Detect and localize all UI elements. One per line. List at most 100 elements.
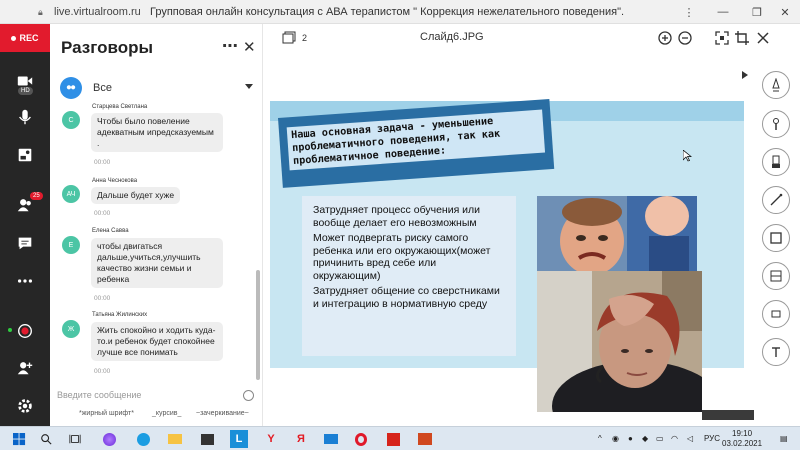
record-icon: [18, 324, 32, 338]
message-author: Татьяна Жилинских: [92, 312, 148, 318]
grid-tool-button[interactable]: [762, 262, 790, 290]
windows-taskbar: L Y Я ^ ◉ ● ◆ ▭ ◠ ◁ РУС 19:10 03.02.2021…: [0, 426, 800, 450]
eraser-tool-button[interactable]: [762, 300, 790, 328]
message-author: Елена Савва: [92, 228, 129, 234]
rec-label: REC: [19, 33, 39, 43]
yandex-icon: Я: [297, 433, 305, 445]
message-time: 00:00: [94, 159, 111, 166]
webcam-video[interactable]: [537, 271, 702, 412]
message-bubble: чтобы двигаться дальше,учиться,улучшить …: [91, 238, 223, 288]
mouse-cursor-icon: [683, 150, 692, 162]
grid-icon: [770, 270, 782, 282]
microphone-button[interactable]: [12, 106, 38, 128]
left-toolbar: REC HD 25: [0, 24, 50, 426]
camera-button[interactable]: HD: [12, 70, 38, 95]
task-view-button[interactable]: [66, 430, 84, 448]
rectangle-icon: [770, 232, 782, 244]
filter-label: Все: [93, 82, 112, 94]
address-bar[interactable]: live.virtualroom.ru: [54, 6, 141, 18]
record-button[interactable]: [8, 320, 38, 342]
slide-points: Затрудняет процесс обучения или вообще д…: [302, 196, 516, 356]
rectangle-tool-button[interactable]: [762, 224, 790, 252]
battery-icon[interactable]: ▭: [656, 434, 664, 443]
participants-button[interactable]: 25: [12, 192, 43, 216]
message-bubble: Жить спокойно и ходить куда-то.и ребенок…: [91, 322, 223, 361]
highlighter-tool-button[interactable]: [762, 148, 790, 176]
taskbar-app-yandex[interactable]: Я: [292, 430, 310, 448]
search-button[interactable]: [37, 430, 55, 448]
message-author: Анна Чеснокова: [92, 178, 138, 184]
screen-share-button[interactable]: [12, 144, 38, 166]
taskbar-clock[interactable]: 19:10 03.02.2021: [722, 429, 762, 449]
message-time: 00:00: [94, 295, 111, 302]
folder-icon: [168, 434, 182, 444]
taskbar-app-acrobat[interactable]: [384, 430, 402, 448]
message-item: Анна Чеснокова АЧ Дальше будет хуже 00:0…: [50, 178, 255, 224]
tray-app-icon-3[interactable]: ◆: [642, 434, 648, 443]
chat-title: Разговоры: [61, 38, 153, 57]
avatar: Ж: [62, 320, 80, 338]
windows-start-button[interactable]: [10, 430, 28, 448]
crop-icon[interactable]: [735, 31, 749, 45]
taskbar-app-powerpoint[interactable]: [416, 430, 434, 448]
network-icon[interactable]: ◠: [671, 434, 678, 443]
zoom-in-icon[interactable]: [658, 31, 672, 45]
close-viewer-icon[interactable]: [756, 31, 770, 45]
text-tool-button[interactable]: [762, 338, 790, 366]
l-app-icon: L: [235, 433, 243, 445]
line-icon: [770, 193, 783, 206]
emoji-icon[interactable]: [243, 390, 254, 401]
chat-scrollbar[interactable]: [256, 270, 260, 380]
more-button[interactable]: [12, 270, 38, 292]
share-icon[interactable]: ⋮: [672, 0, 706, 24]
pen-icon: [772, 78, 780, 92]
taskbar-app-cortana[interactable]: [100, 430, 118, 448]
group-avatar-icon: [60, 77, 82, 99]
volume-icon[interactable]: ◁: [687, 434, 693, 443]
format-bold-hint: *жирный шрифт*: [79, 410, 134, 417]
slide-point: Затрудняет общение со сверстниками и инт…: [313, 285, 500, 310]
participants-count-badge: 25: [30, 192, 43, 200]
more-options-icon[interactable]: ⋯: [222, 36, 238, 56]
chat-button[interactable]: [12, 232, 38, 254]
pages-icon[interactable]: [282, 31, 296, 45]
lock-icon[interactable]: 🔒︎: [38, 7, 48, 17]
tray-app-icon-2[interactable]: ●: [628, 434, 633, 443]
line-tool-button[interactable]: [762, 186, 790, 214]
taskbar-app-edge[interactable]: [134, 430, 152, 448]
language-indicator[interactable]: РУС: [704, 434, 720, 443]
tray-expand-icon[interactable]: ^: [598, 434, 602, 443]
close-window-button[interactable]: ✕: [768, 0, 800, 24]
taskbar-app-store[interactable]: [198, 430, 216, 448]
message-bubble: Дальше будет хуже: [91, 187, 181, 204]
taskbar-app-mail[interactable]: [322, 430, 340, 448]
tray-app-icon[interactable]: ◉: [612, 434, 619, 443]
microphone-icon: [19, 109, 31, 125]
taskbar-app-l[interactable]: L: [230, 430, 248, 448]
expand-tools-icon[interactable]: [741, 71, 749, 79]
invite-button[interactable]: [12, 357, 38, 379]
brush-tool-button[interactable]: [762, 110, 790, 138]
taskbar-app-explorer[interactable]: [166, 430, 184, 448]
settings-button[interactable]: [12, 395, 38, 417]
text-icon: [772, 347, 780, 357]
taskbar-app-yandex-browser[interactable]: Y: [262, 430, 280, 448]
fit-screen-icon[interactable]: [715, 31, 729, 45]
file-name: Слайд6.JPG: [420, 31, 484, 43]
rec-button[interactable]: REC: [0, 24, 50, 52]
message-item: Старцева Светлана С Чтобы было повеление…: [50, 104, 255, 166]
chat-filter-select[interactable]: Все: [60, 76, 255, 100]
minimize-button[interactable]: —: [706, 0, 740, 24]
online-indicator: [8, 328, 12, 332]
zoom-out-icon[interactable]: [678, 31, 692, 45]
notifications-icon[interactable]: ▤: [780, 434, 788, 443]
mail-icon: [324, 434, 338, 444]
edge-icon: [136, 432, 150, 446]
pen-tool-button[interactable]: [762, 71, 790, 99]
chevron-down-icon[interactable]: [245, 84, 253, 89]
message-input[interactable]: Введите сообщение: [57, 390, 141, 400]
screen-share-icon: [18, 148, 32, 162]
taskbar-app-opera[interactable]: [352, 430, 370, 448]
close-chat-icon[interactable]: ✕: [243, 38, 256, 56]
message-item: Елена Савва Е чтобы двигаться дальше,учи…: [50, 228, 255, 308]
